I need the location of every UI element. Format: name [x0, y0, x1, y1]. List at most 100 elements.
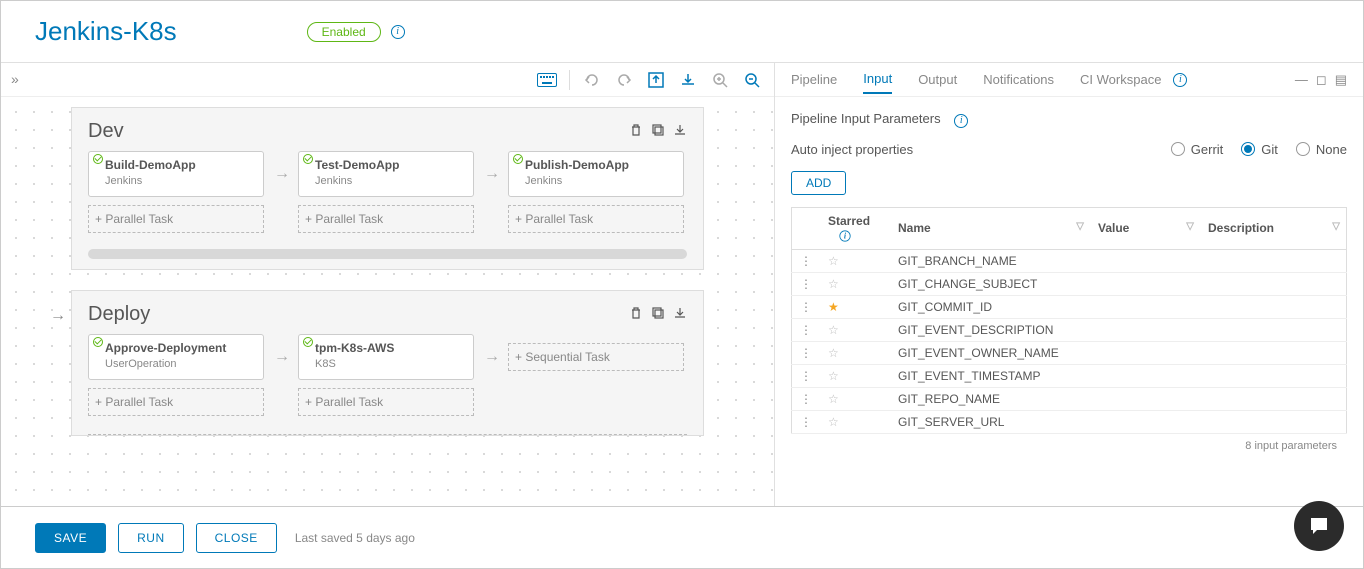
col-description[interactable]: Description — [1208, 221, 1274, 235]
col-value[interactable]: Value — [1098, 221, 1129, 235]
task-card[interactable]: Test-DemoApp Jenkins — [298, 151, 474, 197]
param-value — [1090, 319, 1200, 342]
filter-icon[interactable]: ▽ — [1186, 221, 1194, 232]
stage-title: Dev — [88, 120, 629, 143]
save-button[interactable]: SAVE — [35, 523, 106, 553]
col-starred[interactable]: Starred — [828, 214, 870, 228]
add-button[interactable]: ADD — [791, 171, 846, 195]
check-icon — [303, 154, 313, 164]
add-parallel-task[interactable]: + Parallel Task — [508, 205, 684, 233]
row-menu-icon[interactable]: ⋮ — [800, 277, 812, 291]
status-badge: Enabled — [307, 22, 381, 42]
export-icon[interactable] — [646, 70, 666, 90]
add-parallel-task[interactable]: + Parallel Task — [88, 388, 264, 416]
stage-dev[interactable]: Dev Build-DemoApp Jenkins → — [71, 107, 704, 270]
minimize-icon[interactable]: — — [1295, 72, 1308, 88]
info-icon[interactable]: i — [1173, 73, 1187, 87]
redo-icon[interactable] — [614, 70, 634, 90]
arrow-right-icon: → — [484, 348, 498, 366]
table-row: ⋮ ☆ GIT_EVENT_OWNER_NAME — [792, 342, 1347, 365]
side-pane: Pipeline Input Output Notifications CI W… — [775, 63, 1363, 506]
add-sequential-task[interactable]: + Sequential Task — [508, 343, 684, 371]
stage-title: Deploy — [88, 303, 629, 326]
task-subtitle: Jenkins — [525, 175, 673, 187]
zoom-out-icon[interactable] — [742, 70, 762, 90]
star-icon[interactable]: ☆ — [828, 346, 839, 360]
tab-output[interactable]: Output — [918, 66, 957, 93]
info-icon[interactable]: i — [391, 25, 405, 39]
last-saved-label: Last saved 5 days ago — [295, 531, 415, 545]
task-card[interactable]: Build-DemoApp Jenkins — [88, 151, 264, 197]
row-menu-icon[interactable]: ⋮ — [800, 369, 812, 383]
row-menu-icon[interactable]: ⋮ — [800, 254, 812, 268]
info-icon[interactable]: i — [954, 114, 968, 128]
info-icon[interactable]: i — [839, 230, 850, 241]
add-parallel-task[interactable]: + Parallel Task — [298, 388, 474, 416]
task-card[interactable]: Approve-Deployment UserOperation — [88, 334, 264, 380]
canvas-body[interactable]: Dev Build-DemoApp Jenkins → — [1, 97, 774, 506]
chat-icon[interactable] — [1294, 501, 1344, 551]
col-name[interactable]: Name — [898, 221, 931, 235]
keyboard-icon[interactable] — [537, 70, 557, 90]
tab-input[interactable]: Input — [863, 65, 892, 94]
add-parallel-task[interactable]: + Parallel Task — [298, 205, 474, 233]
stage-deploy[interactable]: → Deploy Approve-Deployment UserOperatio… — [71, 290, 704, 436]
zoom-in-icon[interactable] — [710, 70, 730, 90]
star-icon[interactable]: ☆ — [828, 369, 839, 383]
star-icon[interactable]: ☆ — [828, 415, 839, 429]
param-value — [1090, 365, 1200, 388]
task-title: Publish-DemoApp — [525, 158, 673, 172]
param-value — [1090, 250, 1200, 273]
scrollbar[interactable] — [88, 249, 687, 259]
tab-pipeline[interactable]: Pipeline — [791, 66, 837, 93]
filter-icon[interactable]: ▽ — [1332, 221, 1340, 232]
table-row: ⋮ ☆ GIT_EVENT_TIMESTAMP — [792, 365, 1347, 388]
download-icon[interactable] — [673, 123, 687, 140]
add-parallel-task[interactable]: + Parallel Task — [88, 205, 264, 233]
copy-icon[interactable] — [651, 123, 665, 140]
radio-git[interactable]: Git — [1241, 142, 1278, 157]
task-card[interactable]: tpm-K8s-AWS K8S — [298, 334, 474, 380]
trash-icon[interactable] — [629, 123, 643, 140]
param-description — [1200, 411, 1347, 434]
undo-icon[interactable] — [582, 70, 602, 90]
star-icon[interactable]: ☆ — [828, 392, 839, 406]
download-icon[interactable] — [673, 306, 687, 323]
task-title: Build-DemoApp — [105, 158, 253, 172]
row-menu-icon[interactable]: ⋮ — [800, 392, 812, 406]
maximize-icon[interactable]: ▤ — [1335, 72, 1347, 88]
radio-none[interactable]: None — [1296, 142, 1347, 157]
row-menu-icon[interactable]: ⋮ — [800, 415, 812, 429]
filter-icon[interactable]: ▽ — [1076, 221, 1084, 232]
check-icon — [303, 337, 313, 347]
param-name: GIT_BRANCH_NAME — [890, 250, 1090, 273]
param-description — [1200, 250, 1347, 273]
import-icon[interactable] — [678, 70, 698, 90]
collapse-sidebar-icon[interactable]: » — [11, 71, 19, 87]
restore-icon[interactable]: ◻ — [1316, 72, 1327, 88]
task-card[interactable]: Publish-DemoApp Jenkins — [508, 151, 684, 197]
param-description — [1200, 296, 1347, 319]
table-row: ⋮ ☆ GIT_BRANCH_NAME — [792, 250, 1347, 273]
table-row: ⋮ ☆ GIT_EVENT_DESCRIPTION — [792, 319, 1347, 342]
check-icon — [93, 154, 103, 164]
close-button[interactable]: CLOSE — [196, 523, 277, 553]
param-value — [1090, 342, 1200, 365]
row-menu-icon[interactable]: ⋮ — [800, 300, 812, 314]
row-menu-icon[interactable]: ⋮ — [800, 323, 812, 337]
param-description — [1200, 342, 1347, 365]
tab-notifications[interactable]: Notifications — [983, 66, 1054, 93]
param-value — [1090, 411, 1200, 434]
trash-icon[interactable] — [629, 306, 643, 323]
tab-ci-workspace[interactable]: CI Workspace — [1080, 66, 1161, 93]
star-icon[interactable]: ☆ — [828, 254, 839, 268]
table-row: ⋮ ★ GIT_COMMIT_ID — [792, 296, 1347, 319]
star-icon[interactable]: ★ — [828, 300, 839, 314]
copy-icon[interactable] — [651, 306, 665, 323]
pipeline-title: Jenkins-K8s — [35, 16, 177, 47]
star-icon[interactable]: ☆ — [828, 277, 839, 291]
radio-gerrit[interactable]: Gerrit — [1171, 142, 1224, 157]
row-menu-icon[interactable]: ⋮ — [800, 346, 812, 360]
run-button[interactable]: RUN — [118, 523, 184, 553]
star-icon[interactable]: ☆ — [828, 323, 839, 337]
